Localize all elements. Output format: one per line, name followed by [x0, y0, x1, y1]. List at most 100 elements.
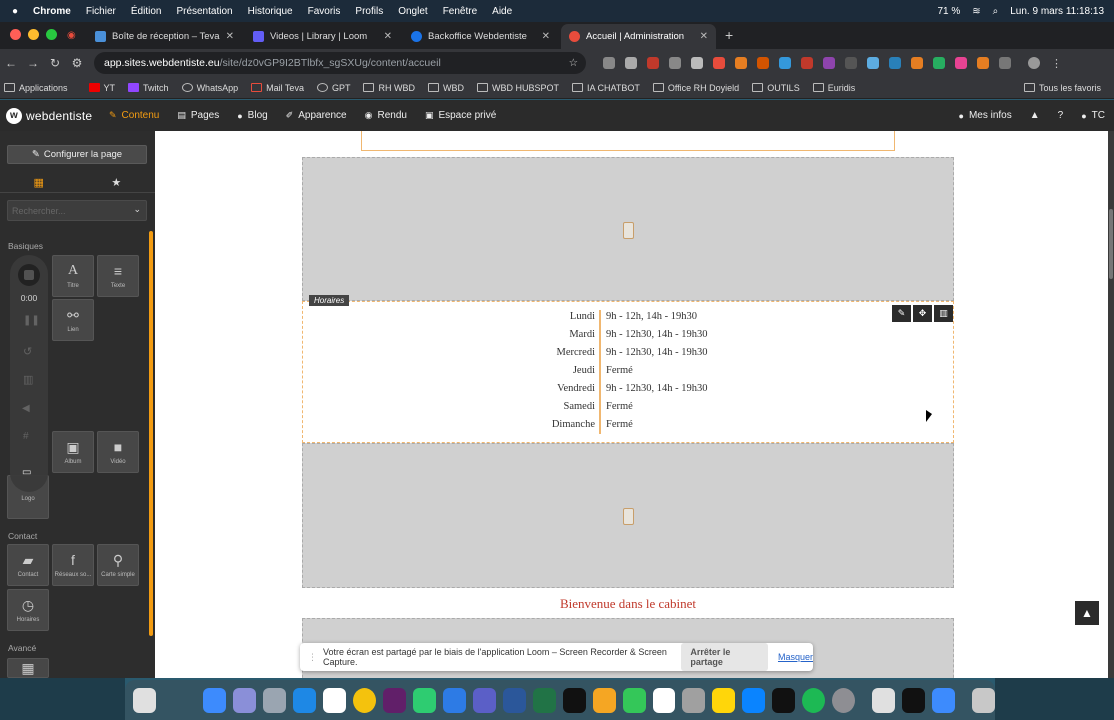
contacts-icon[interactable]	[682, 687, 706, 713]
image-block-placeholder[interactable]	[302, 157, 954, 301]
extension-icon[interactable]	[757, 57, 769, 69]
block-video[interactable]: ■ Vidéo	[97, 431, 139, 473]
restart-icon[interactable]: ↺	[23, 345, 32, 358]
block-titre[interactable]: A Titre	[52, 255, 94, 297]
extension-icon[interactable]	[933, 57, 945, 69]
content-block-outline[interactable]	[361, 131, 895, 151]
menu-edition[interactable]: Édition	[131, 6, 162, 17]
block-horaires[interactable]: ◷ Horaires	[7, 589, 49, 631]
bookmark-star-icon[interactable]: ☆	[569, 57, 578, 69]
extension-icon[interactable]	[999, 57, 1011, 69]
extension-icon[interactable]	[691, 57, 703, 69]
block-search-select[interactable]: Rechercher... ⌄	[7, 200, 147, 221]
apple-icon[interactable]: ●	[12, 6, 18, 17]
page-scrollbar[interactable]	[1108, 131, 1114, 678]
user-menu[interactable]: ● TC	[1072, 100, 1114, 131]
menu-fenetre[interactable]: Fenêtre	[443, 6, 477, 17]
menu-aide[interactable]: Aide	[492, 6, 512, 17]
close-icon[interactable]: ✕	[700, 31, 708, 42]
close-icon[interactable]: ✕	[542, 31, 550, 42]
stop-sharing-button[interactable]: Arrêter le partage	[681, 643, 768, 671]
menu-app[interactable]: Chrome	[33, 6, 71, 17]
extension-icon[interactable]	[801, 57, 813, 69]
block-lien[interactable]: ⚯ Lien	[52, 299, 94, 341]
extension-icon[interactable]	[625, 57, 637, 69]
extension-icon[interactable]	[955, 57, 967, 69]
bookmark-twitch[interactable]: Twitch	[128, 83, 169, 93]
menu-favoris[interactable]: Favoris	[308, 6, 341, 17]
app-icon[interactable]	[442, 687, 466, 713]
menu-onglet[interactable]: Onglet	[398, 6, 427, 17]
facetime-icon[interactable]	[622, 687, 646, 713]
tab-inbox[interactable]: Boîte de réception – Teva Cla ✕	[87, 24, 242, 49]
extension-icon[interactable]	[603, 57, 615, 69]
extension-icon[interactable]	[977, 57, 989, 69]
trash-icon[interactable]: ▥	[23, 373, 33, 386]
launchpad-icon[interactable]	[232, 687, 256, 713]
activity-monitor-icon[interactable]	[902, 687, 926, 713]
capcut-icon[interactable]	[562, 687, 586, 713]
tab-loom[interactable]: Videos | Library | Loom ✕	[245, 24, 400, 49]
notes-icon[interactable]	[712, 687, 736, 713]
menu-profils[interactable]: Profils	[355, 6, 383, 17]
extension-icon[interactable]	[889, 57, 901, 69]
calendar-icon[interactable]	[652, 687, 676, 713]
site-settings-icon[interactable]: ⚙	[66, 56, 88, 70]
chrome-icon[interactable]	[352, 687, 376, 713]
close-icon[interactable]: ✕	[226, 31, 234, 42]
welcome-heading[interactable]: Bienvenue dans le cabinet	[302, 596, 954, 612]
extension-icon[interactable]	[669, 57, 681, 69]
menu-fichier[interactable]: Fichier	[86, 6, 116, 17]
battery-label[interactable]: 71 %	[937, 6, 960, 17]
close-window-button[interactable]	[10, 29, 21, 40]
bookmark-yt[interactable]: YT	[88, 83, 115, 93]
bookmark-ia-chatbot[interactable]: IA CHATBOT	[571, 83, 640, 93]
hours-block[interactable]: ✎ ✥ ▥ Lundi 9h - 12h, 14h - 19h30 Mardi 9h…	[302, 301, 954, 443]
zoom-window-button[interactable]	[46, 29, 57, 40]
extension-icon[interactable]	[647, 57, 659, 69]
block-carte-simple[interactable]: ⚲ Carte simple	[97, 544, 139, 586]
block-contact[interactable]: ▰ Contact	[7, 544, 49, 586]
document-thumbnail[interactable]	[133, 687, 156, 713]
word-icon[interactable]	[502, 687, 526, 713]
reload-icon[interactable]: ↻	[44, 56, 66, 70]
nav-espace-prive[interactable]: ▣ Espace privé	[416, 100, 505, 131]
grid-icon[interactable]: #	[23, 431, 29, 442]
text-document-icon[interactable]	[872, 687, 896, 713]
search-icon[interactable]: ⌕	[993, 6, 999, 17]
bookmark-wbd-hubspot[interactable]: WBD HUBSPOT	[476, 83, 559, 93]
tab-blocks[interactable]: ▦	[0, 173, 78, 192]
nav-apparence[interactable]: ✐ Apparence	[277, 100, 356, 131]
extension-icon[interactable]	[911, 57, 923, 69]
menu-presentation[interactable]: Présentation	[176, 6, 232, 17]
block-texte[interactable]: ≡ Texte	[97, 255, 139, 297]
app-icon[interactable]	[412, 687, 436, 713]
tab-backoffice[interactable]: Backoffice Webdentiste ✕	[403, 24, 558, 49]
slack-icon[interactable]	[382, 687, 406, 713]
bookmark-office-rh[interactable]: Office RH Doyield	[652, 83, 739, 93]
block-reseaux-sociaux[interactable]: f Réseaux so...	[52, 544, 94, 586]
hide-banner-link[interactable]: Masquer	[778, 652, 813, 662]
wifi-icon[interactable]: ≋	[972, 6, 980, 17]
forward-icon[interactable]: →	[22, 56, 44, 70]
bookmark-applications[interactable]: Applications	[4, 83, 68, 93]
close-icon[interactable]: ✕	[384, 31, 392, 42]
address-bar[interactable]: app.sites.webdentiste.eu/site/dz0vGP9I2B…	[94, 52, 586, 74]
block-album[interactable]: ▣ Album	[52, 431, 94, 473]
bookmark-euridis[interactable]: Euridis	[812, 83, 855, 93]
app-icon[interactable]	[772, 687, 796, 713]
nav-pages[interactable]: ▤ Pages	[168, 100, 228, 131]
drag-handle-icon[interactable]: ⋮	[308, 652, 317, 663]
block-advanced[interactable]: ▦	[7, 658, 49, 678]
chatgpt-icon[interactable]	[322, 687, 346, 713]
finder-icon[interactable]	[202, 687, 226, 713]
trash-icon[interactable]	[972, 687, 996, 713]
bookmark-wbd[interactable]: WBD	[427, 83, 464, 93]
draw-icon[interactable]: ◀	[22, 403, 30, 414]
app-store-icon[interactable]	[742, 687, 766, 713]
system-settings-icon[interactable]	[832, 687, 856, 713]
excel-icon[interactable]	[532, 687, 556, 713]
profile-avatar[interactable]	[1028, 57, 1040, 69]
tab-accueil[interactable]: Accueil | Administration ✕	[561, 24, 716, 49]
bookmark-whatsapp[interactable]: WhatsApp	[181, 83, 238, 93]
